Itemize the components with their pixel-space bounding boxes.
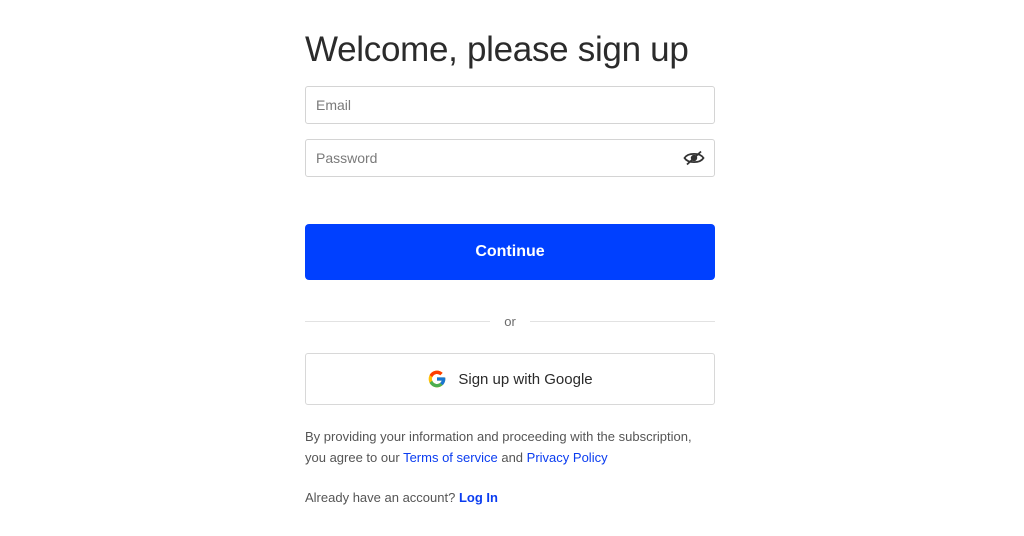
password-input[interactable] (306, 140, 714, 176)
google-signup-button[interactable]: Sign up with Google (305, 353, 715, 405)
email-input[interactable] (306, 87, 714, 123)
terms-of-service-link[interactable]: Terms of service (403, 450, 498, 465)
login-link[interactable]: Log In (459, 490, 498, 505)
signup-form: Welcome, please sign up Continue or (305, 28, 715, 505)
divider-line-right (529, 320, 715, 322)
terms-line1: By providing your information and procee… (305, 429, 692, 444)
eye-slash-icon[interactable] (683, 149, 705, 167)
signup-page: Welcome, please sign up Continue or (0, 0, 1024, 536)
google-button-label: Sign up with Google (458, 370, 593, 388)
terms-line2-prefix: you agree to our (305, 450, 400, 465)
divider-line-left (305, 320, 491, 322)
continue-button[interactable]: Continue (305, 224, 715, 280)
terms-notice: By providing your information and procee… (305, 426, 725, 468)
privacy-policy-link[interactable]: Privacy Policy (527, 450, 608, 465)
login-prompt-text: Already have an account? (305, 490, 456, 505)
terms-and: and (501, 450, 524, 465)
login-prompt: Already have an account? Log In (305, 490, 498, 505)
or-divider: or (305, 312, 715, 330)
divider-label: or (504, 313, 516, 329)
page-title: Welcome, please sign up (305, 30, 689, 69)
password-field[interactable] (305, 139, 715, 177)
google-logo-icon (427, 369, 447, 389)
email-field[interactable] (305, 86, 715, 124)
